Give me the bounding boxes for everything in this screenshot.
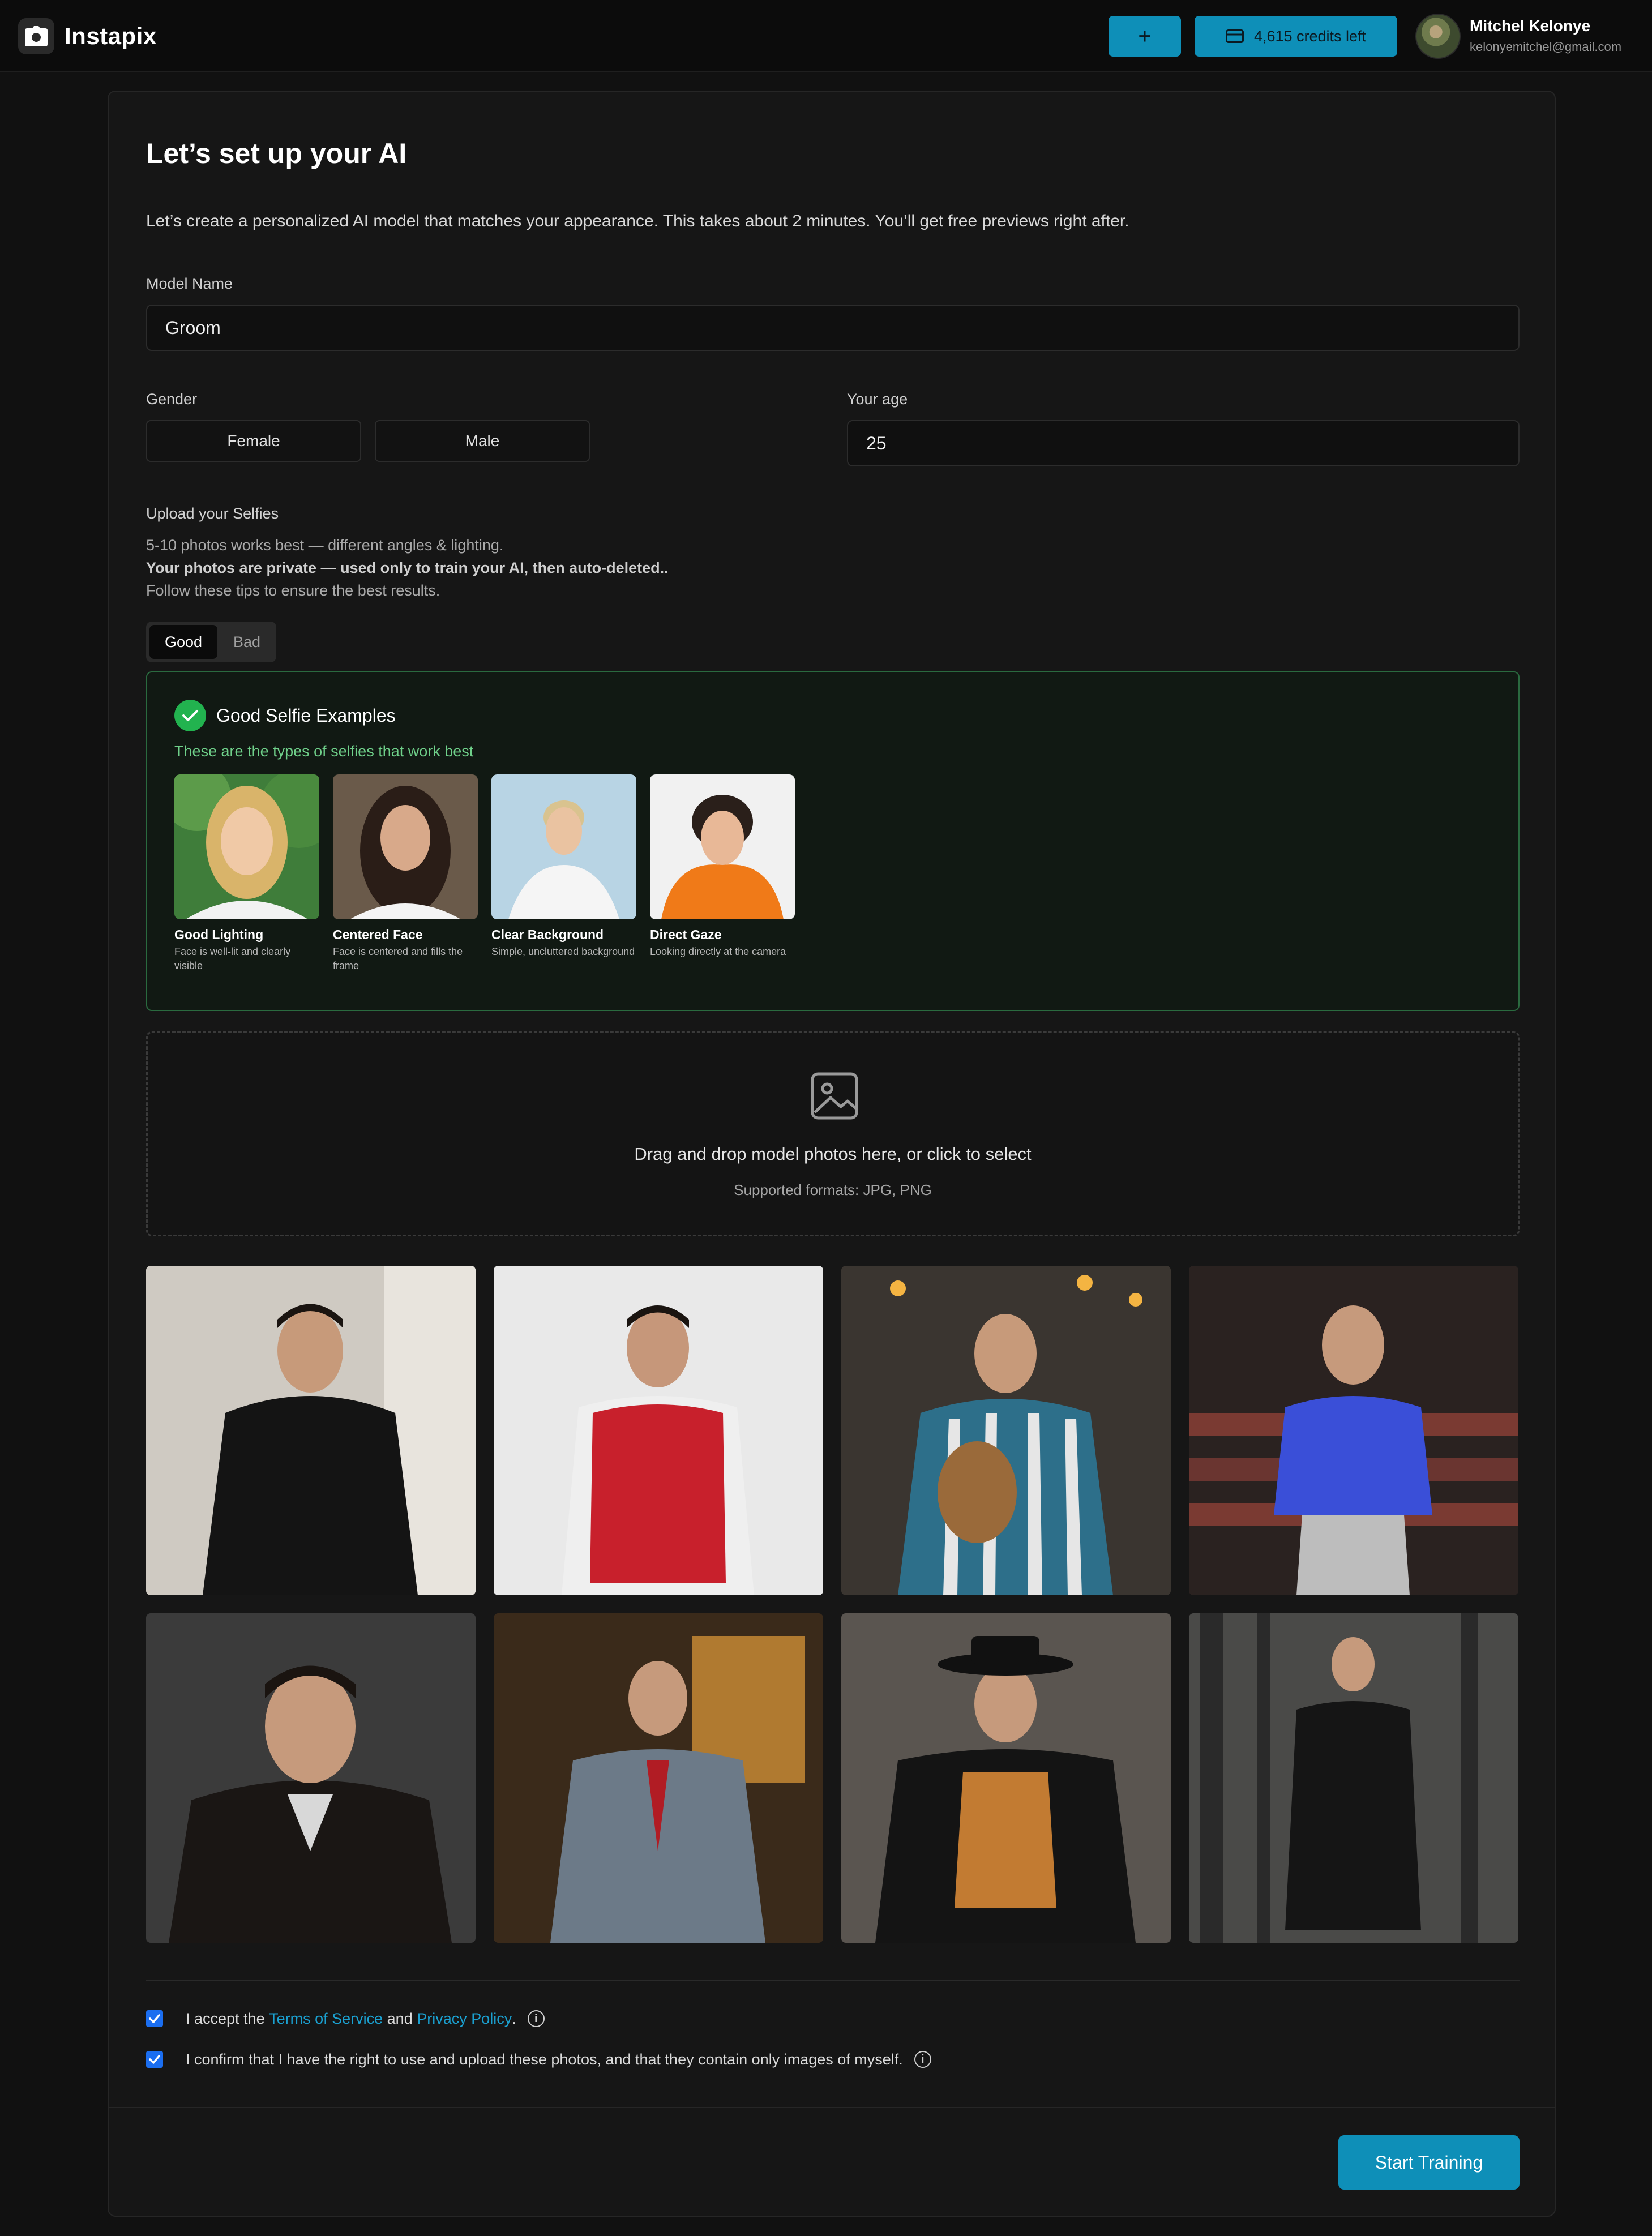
- brand-name: Instapix: [65, 23, 157, 49]
- setup-card: Let’s set up your AI Let’s create a pers…: [108, 91, 1556, 2217]
- gender-male-button[interactable]: Male: [375, 420, 590, 462]
- user-email: kelonyemitchel@gmail.com: [1470, 40, 1622, 54]
- rights-text: I confirm that I have the right to use a…: [186, 2050, 903, 2068]
- rights-consent: I confirm that I have the right to use a…: [146, 2048, 931, 2071]
- example-photo: [333, 774, 478, 919]
- dropzone-formats: Supported formats: JPG, PNG: [734, 1181, 932, 1198]
- credits-button[interactable]: 4,615 credits left: [1195, 16, 1397, 57]
- credits-label: 4,615 credits left: [1253, 27, 1367, 45]
- terms-of-service-link[interactable]: Terms of Service: [269, 2010, 383, 2028]
- age-input[interactable]: 25: [847, 420, 1520, 466]
- examples-subtitle: These are the types of selfies that work…: [174, 743, 474, 760]
- photo-dropzone[interactable]: Drag and drop model photos here, or clic…: [146, 1031, 1520, 1236]
- example-desc: Face is centered and fills the frame: [333, 946, 463, 971]
- avatar[interactable]: [1415, 14, 1461, 59]
- example-photo: [174, 774, 319, 919]
- example-desc: Simple, uncluttered background: [491, 946, 635, 957]
- camera-icon: [18, 18, 54, 54]
- user-name: Mitchel Kelonye: [1470, 17, 1591, 35]
- example-clear-background: Clear Background Simple, uncluttered bac…: [491, 774, 636, 959]
- upload-hint-count: 5-10 photos works best — different angle…: [146, 537, 504, 554]
- uploaded-photo-2[interactable]: [494, 1266, 823, 1595]
- footer-divider: [109, 2107, 1555, 2108]
- age-label: Your age: [847, 391, 908, 408]
- selfie-tips-tabs: Good Bad: [146, 622, 276, 662]
- uploaded-photo-1[interactable]: [146, 1266, 476, 1595]
- gender-label: Gender: [146, 391, 198, 408]
- tab-bad[interactable]: Bad: [221, 625, 273, 659]
- examples-title: Good Selfie Examples: [216, 705, 396, 726]
- page-subtitle: Let’s create a personalized AI model tha…: [146, 212, 1129, 230]
- example-label: Good Lighting: [174, 927, 264, 942]
- uploaded-photo-6[interactable]: [494, 1613, 823, 1943]
- model-name-label: Model Name: [146, 275, 233, 292]
- rights-checkbox[interactable]: [146, 2051, 163, 2068]
- brand[interactable]: Instapix: [18, 18, 157, 54]
- privacy-policy-link[interactable]: Privacy Policy: [417, 2010, 512, 2028]
- upload-label: Upload your Selfies: [146, 505, 279, 522]
- divider: [146, 1980, 1520, 1981]
- example-good-lighting: Good Lighting Face is well-lit and clear…: [174, 774, 319, 973]
- gender-female-button[interactable]: Female: [146, 420, 361, 462]
- uploaded-photo-8[interactable]: [1189, 1613, 1518, 1943]
- check-icon: [174, 700, 206, 731]
- uploaded-photo-3[interactable]: [841, 1266, 1171, 1595]
- new-model-button[interactable]: +: [1109, 16, 1181, 57]
- example-direct-gaze: Direct Gaze Looking directly at the came…: [650, 774, 795, 959]
- credit-card-icon: [1225, 29, 1244, 43]
- plus-icon: +: [1138, 23, 1152, 49]
- dropzone-text: Drag and drop model photos here, or clic…: [634, 1144, 1032, 1164]
- model-name-value: Groom: [165, 317, 221, 338]
- terms-and: and: [383, 2010, 417, 2027]
- terms-prefix: I accept the: [186, 2010, 269, 2027]
- example-centered-face: Centered Face Face is centered and fills…: [333, 774, 478, 973]
- start-training-button[interactable]: Start Training: [1338, 2135, 1520, 2190]
- tab-good[interactable]: Good: [149, 625, 217, 659]
- example-label: Clear Background: [491, 927, 604, 942]
- model-name-input[interactable]: Groom: [146, 305, 1520, 351]
- example-photo: [491, 774, 636, 919]
- example-desc: Face is well-lit and clearly visible: [174, 946, 291, 971]
- upload-hint-privacy: Your photos are private — used only to t…: [146, 559, 669, 576]
- image-icon: [811, 1072, 858, 1120]
- good-selfie-examples: Good Selfie Examples These are the types…: [146, 671, 1520, 1011]
- info-icon[interactable]: i: [527, 2010, 545, 2027]
- example-label: Direct Gaze: [650, 927, 722, 942]
- upload-hint-tips: Follow these tips to ensure the best res…: [146, 582, 440, 599]
- example-desc: Looking directly at the camera: [650, 946, 786, 957]
- page-title: Let’s set up your AI: [146, 138, 407, 169]
- uploaded-photo-4[interactable]: [1189, 1266, 1518, 1595]
- uploaded-photo-7[interactable]: [841, 1613, 1171, 1943]
- example-photo: [650, 774, 795, 919]
- top-bar: Instapix + 4,615 credits left Mitchel Ke…: [0, 0, 1652, 72]
- terms-suffix: .: [512, 2010, 516, 2027]
- info-icon[interactable]: i: [914, 2051, 931, 2068]
- uploaded-photo-5[interactable]: [146, 1613, 476, 1943]
- age-value: 25: [866, 432, 887, 453]
- terms-checkbox[interactable]: [146, 2010, 163, 2027]
- example-label: Centered Face: [333, 927, 423, 942]
- terms-consent: I accept the Terms of Service and Privac…: [146, 2007, 545, 2030]
